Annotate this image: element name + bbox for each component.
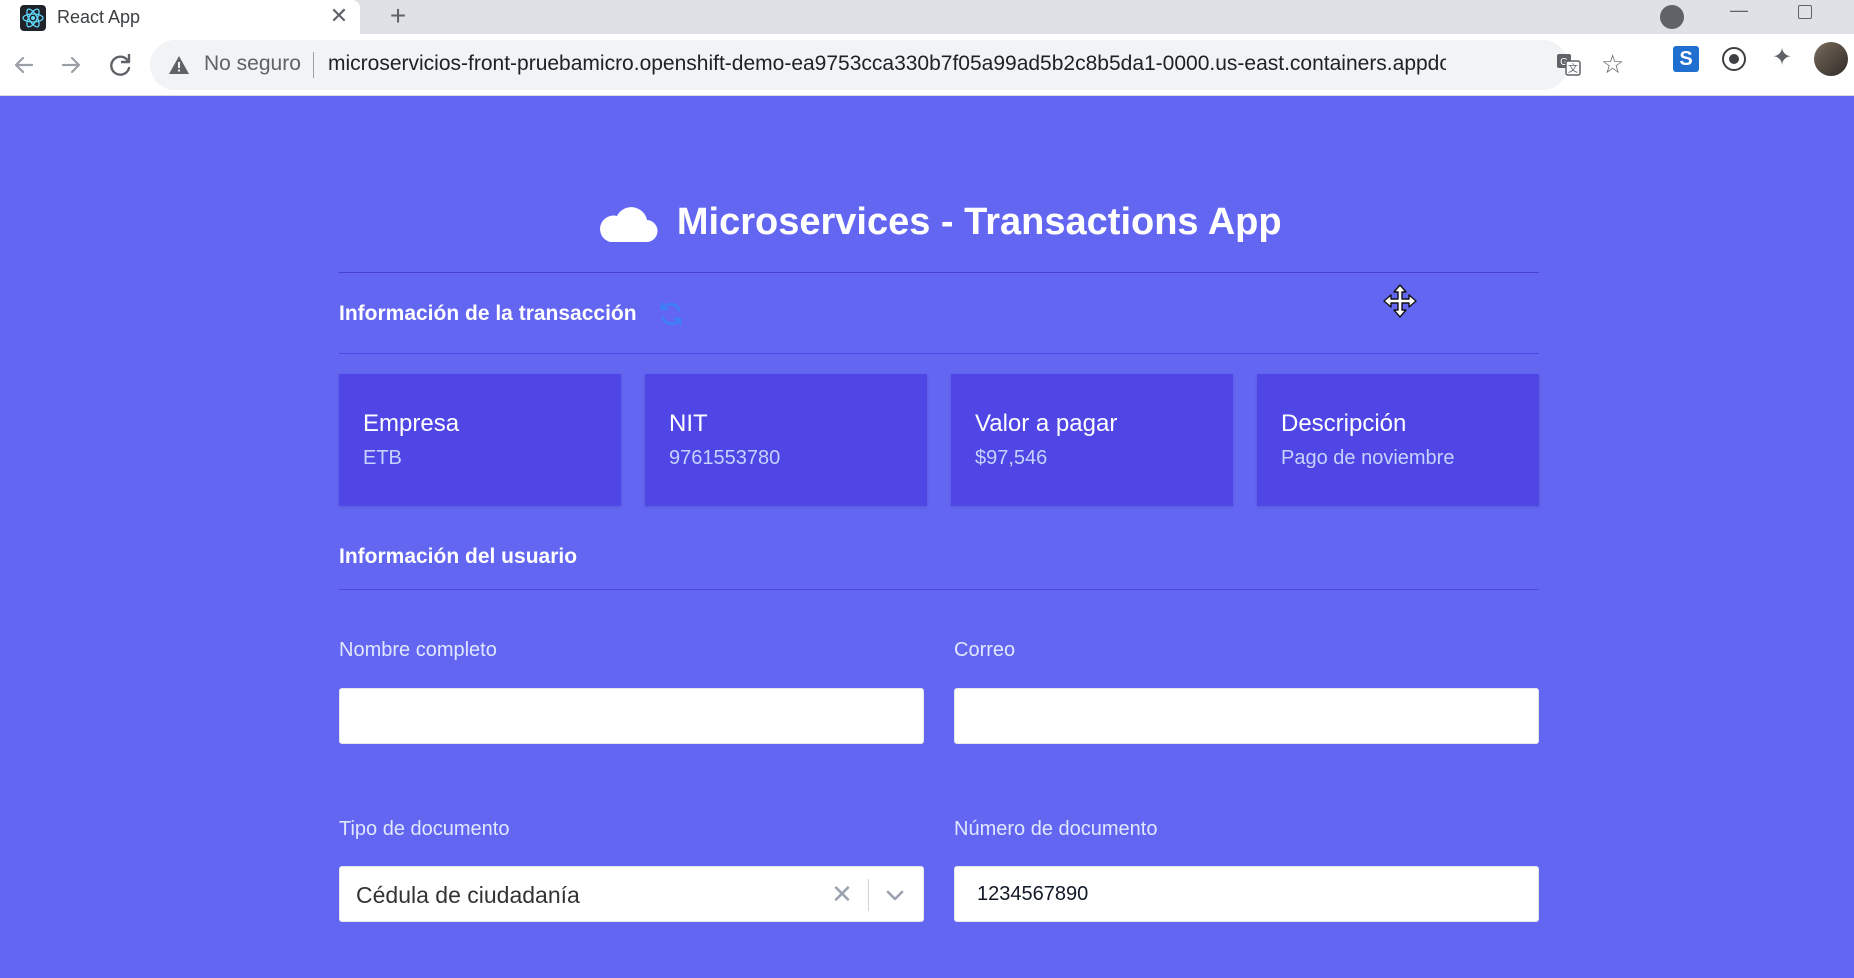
card-label: Empresa xyxy=(363,410,460,437)
reload-icon[interactable] xyxy=(104,49,136,81)
tab-title: React App xyxy=(57,7,141,27)
star-icon[interactable]: ☆ xyxy=(1601,50,1624,78)
card-value: ETB xyxy=(363,447,402,469)
svg-text:文: 文 xyxy=(1568,62,1578,75)
card-value: $97,546 xyxy=(975,447,1048,469)
amount-card: Valor a pagar $97,546 xyxy=(951,374,1233,506)
back-arrow-icon[interactable] xyxy=(8,49,40,81)
user-section-title: Información del usuario xyxy=(339,545,578,568)
transaction-cards: Empresa ETB NIT 9761553780 Valor a pagar… xyxy=(339,374,1539,506)
description-card: Descripción Pago de noviembre xyxy=(1257,374,1539,506)
puzzle-icon[interactable]: ✦ xyxy=(1768,44,1796,72)
chevron-down-icon[interactable] xyxy=(880,881,910,909)
email-field[interactable] xyxy=(954,688,1539,744)
react-icon xyxy=(20,5,46,31)
select-separator xyxy=(868,879,869,911)
restore-button[interactable] xyxy=(1798,5,1812,19)
user-divider xyxy=(339,589,1539,590)
tab-search-button[interactable] xyxy=(1660,5,1684,29)
minimize-button[interactable]: — xyxy=(1730,0,1750,22)
company-card: Empresa ETB xyxy=(339,374,621,506)
card-value: 9761553780 xyxy=(669,447,781,469)
doc-type-label: Tipo de documento xyxy=(339,818,510,840)
doc-type-selected-value: Cédula de ciudadanía xyxy=(356,882,580,908)
security-status[interactable]: No seguro xyxy=(204,52,301,76)
nit-card: NIT 9761553780 xyxy=(645,374,927,506)
plus-icon[interactable]: + xyxy=(384,2,412,30)
full-name-label: Nombre completo xyxy=(339,639,497,661)
header-divider xyxy=(339,272,1539,273)
card-label: NIT xyxy=(669,410,708,437)
transaction-divider xyxy=(339,353,1539,354)
move-cursor-icon xyxy=(1383,284,1417,318)
doc-number-field[interactable] xyxy=(954,866,1539,922)
browser-tab[interactable]: React App ✕ xyxy=(0,0,360,34)
browser-tab-bar: React App ✕ + — xyxy=(0,0,1854,34)
translate-icon[interactable]: G 文 xyxy=(1556,52,1582,78)
transaction-section-title: Información de la transacción xyxy=(339,302,637,325)
close-icon[interactable]: ✕ xyxy=(328,4,350,28)
omnibox-divider xyxy=(313,52,314,78)
page-title: Microservices - Transactions App xyxy=(676,200,1282,243)
card-value: Pago de noviembre xyxy=(1281,447,1455,469)
avatar[interactable] xyxy=(1814,42,1848,76)
clear-icon[interactable]: ✕ xyxy=(828,879,856,909)
doc-type-select[interactable]: Cédula de ciudadanía ✕ xyxy=(339,866,924,922)
full-name-field[interactable] xyxy=(339,688,924,744)
doc-number-label: Número de documento xyxy=(954,818,1158,840)
address-bar[interactable]: No seguro microservicios-front-pruebamic… xyxy=(150,40,1624,90)
card-label: Valor a pagar xyxy=(975,410,1118,437)
extension-record-icon[interactable] xyxy=(1722,47,1746,71)
cloud-icon xyxy=(600,207,658,243)
extension-s-icon[interactable]: S xyxy=(1673,46,1699,72)
warning-icon xyxy=(169,56,189,74)
url-text[interactable]: microservicios-front-pruebamicro.openshi… xyxy=(328,52,1446,76)
forward-arrow-icon[interactable] xyxy=(55,49,87,81)
email-label: Correo xyxy=(954,639,1016,661)
app-header: Microservices - Transactions App xyxy=(339,200,1539,248)
sync-icon[interactable] xyxy=(657,300,685,328)
card-label: Descripción xyxy=(1281,410,1407,437)
browser-toolbar: No seguro microservicios-front-pruebamic… xyxy=(0,34,1854,96)
